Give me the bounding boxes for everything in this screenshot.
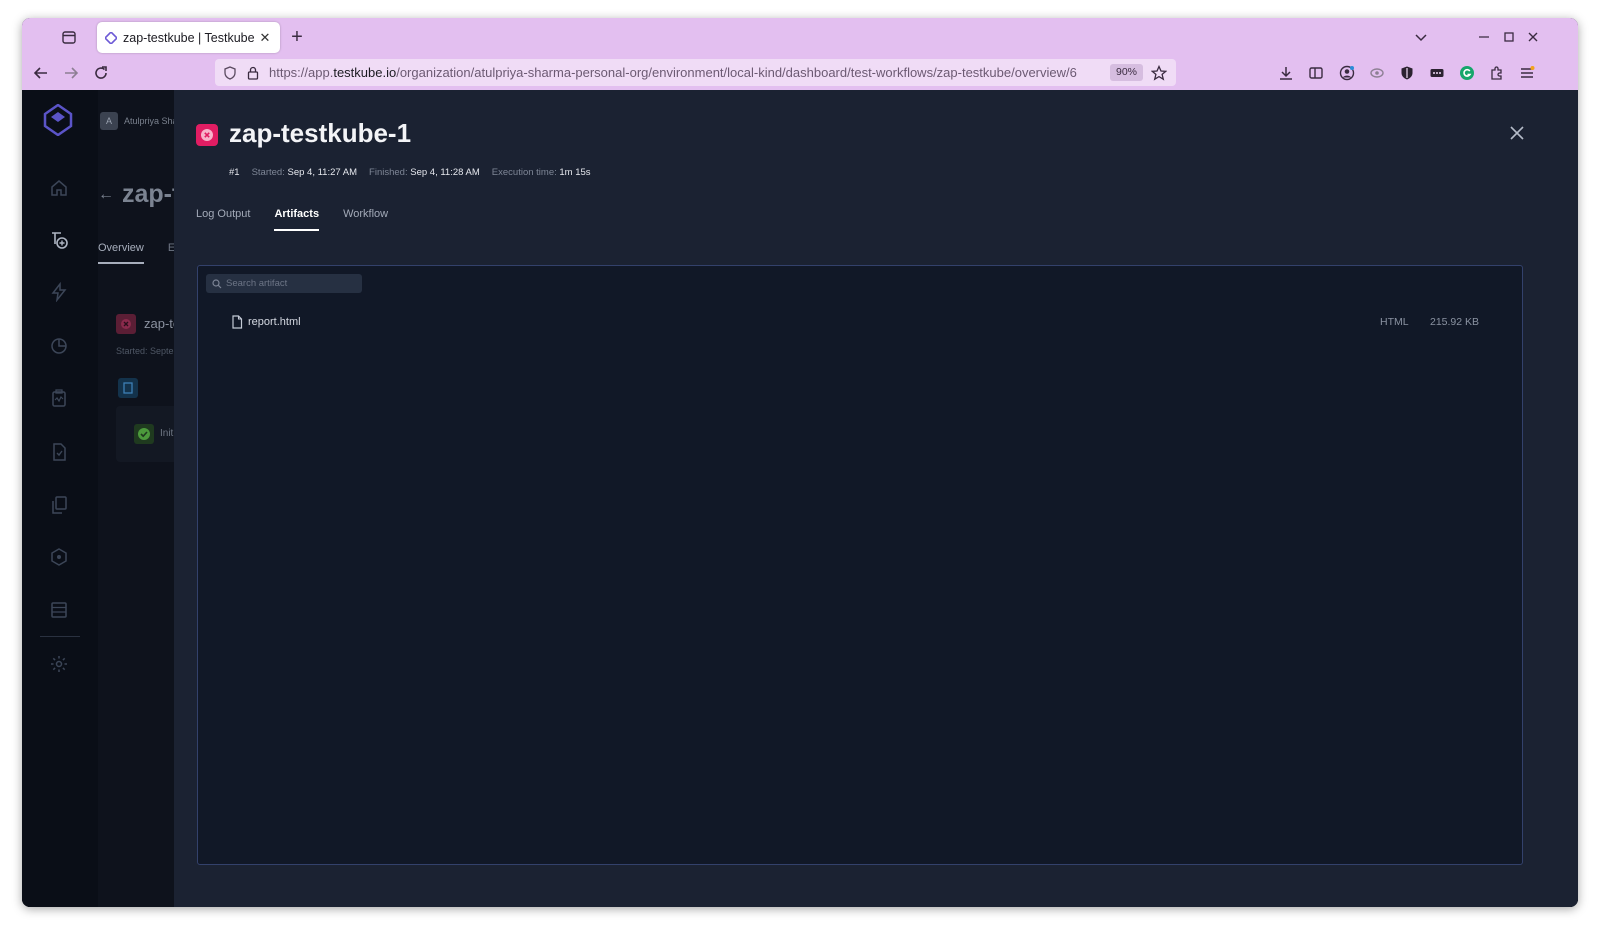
tab-artifacts[interactable]: Artifacts (274, 208, 320, 231)
execution-title: zap-testkube-1 (229, 118, 412, 148)
org-switcher[interactable]: A Atulpriya Sha (100, 112, 178, 130)
new-tab-button[interactable]: + (287, 27, 307, 47)
extension-eye-icon[interactable] (1368, 64, 1386, 82)
address-bar[interactable]: https://app.testkube.io/organization/atu… (215, 59, 1176, 86)
artifact-type: HTML (1380, 316, 1409, 328)
run-number: #1 (229, 167, 240, 178)
close-tab-icon[interactable]: ✕ (258, 30, 272, 45)
zoom-level-badge[interactable]: 90% (1110, 64, 1144, 81)
grammarly-icon[interactable] (1458, 64, 1476, 82)
background-title: ← zap-t (98, 180, 180, 209)
started-label: Started: (251, 167, 285, 178)
tab-log-output[interactable]: Log Output (196, 208, 250, 231)
execution-card: zap-te Started: Septe (116, 314, 180, 356)
execution-started: Started: Septe (116, 346, 174, 356)
artifact-size: 215.92 KB (1430, 316, 1480, 328)
execution-time-label: Execution time: (491, 167, 557, 178)
search-icon (212, 278, 222, 288)
browser-tab-title: zap-testkube | Testkube (123, 30, 255, 45)
browser-tab-bar: zap-testkube | Testkube ✕ + (22, 18, 1578, 56)
test-suites-document-icon[interactable] (49, 442, 69, 462)
artifact-name[interactable]: report.html (248, 316, 301, 328)
execution-meta: #1 Started: Sep 4, 11:27 AM Finished: Se… (229, 167, 591, 178)
failed-status-icon (196, 124, 218, 146)
minimize-window-icon[interactable] (1475, 28, 1493, 46)
testkube-favicon-icon (105, 31, 117, 44)
reload-icon[interactable] (92, 64, 110, 82)
lock-icon[interactable] (247, 66, 259, 80)
org-name: Atulpriya Sha (124, 116, 178, 126)
tab-workflow[interactable]: Workflow (343, 208, 388, 231)
search-input[interactable] (226, 278, 356, 289)
workflow-title: zap-t (122, 180, 181, 208)
tab-overview-icon[interactable] (60, 28, 78, 46)
url-scheme: https://app. (269, 65, 334, 80)
list-all-tabs-icon[interactable] (1412, 28, 1430, 46)
app-menu-icon[interactable] (1518, 64, 1536, 82)
tracking-protection-shield-icon[interactable] (223, 65, 237, 80)
background-tabs: Overview Ex (98, 242, 181, 264)
test-workflows-icon[interactable] (49, 230, 69, 250)
account-icon[interactable] (1338, 64, 1356, 82)
back-icon[interactable] (32, 64, 50, 82)
finished-value: Sep 4, 11:28 AM (410, 167, 480, 178)
org-avatar: A (100, 112, 118, 130)
executions-clipboard-icon[interactable] (49, 388, 69, 408)
browser-nav-bar: https://app.testkube.io/organization/atu… (22, 56, 1578, 90)
url-host: testkube.io (333, 65, 397, 80)
failed-status-icon (116, 314, 136, 334)
sidebar-toggle-icon[interactable] (1307, 64, 1325, 82)
execution-time-value: 1m 15s (559, 167, 591, 178)
back-arrow-icon[interactable]: ← (98, 186, 114, 204)
close-icon[interactable] (1508, 124, 1526, 142)
drawer-tabs: Log Output Artifacts Workflow (196, 208, 388, 231)
url-path: /organization/atulpriya-sharma-personal-… (396, 65, 1077, 80)
started-value: Sep 4, 11:27 AM (287, 167, 358, 178)
extensions-puzzle-icon[interactable] (1488, 64, 1506, 82)
tab-overview[interactable]: Overview (98, 242, 144, 264)
testkube-logo-icon[interactable] (43, 104, 73, 136)
passed-status-icon (134, 424, 154, 444)
artifact-search[interactable] (206, 274, 362, 293)
bookmark-star-icon[interactable] (1151, 64, 1168, 81)
triggers-lightning-icon[interactable] (49, 282, 69, 302)
close-window-icon[interactable] (1524, 28, 1542, 46)
step-label: Init (160, 428, 174, 439)
home-icon[interactable] (49, 178, 69, 198)
settings-gear-icon[interactable] (49, 654, 69, 674)
security-shield-icon[interactable] (49, 547, 69, 567)
file-icon (232, 315, 243, 329)
testkube-app: A Atulpriya Sha ← zap-t Overview Ex zap-… (22, 90, 1578, 907)
downloads-icon[interactable] (1277, 64, 1295, 82)
artifact-row[interactable]: report.html HTML 215.92 KB (198, 310, 1522, 334)
url-text[interactable]: https://app.testkube.io/organization/atu… (269, 65, 1104, 80)
finished-label: Finished: (369, 167, 408, 178)
execution-drawer: zap-testkube-1 #1 Started: Sep 4, 11:27 … (174, 90, 1578, 907)
analytics-pie-icon[interactable] (49, 336, 69, 356)
extension-shield-icon[interactable] (1398, 64, 1416, 82)
artifacts-panel: report.html HTML 215.92 KB (197, 265, 1523, 865)
forward-icon[interactable] (62, 64, 80, 82)
document-icon (118, 378, 138, 398)
nav-divider (40, 636, 80, 637)
extension-password-icon[interactable] (1428, 64, 1446, 82)
browser-tab[interactable]: zap-testkube | Testkube ✕ (97, 22, 280, 53)
browser-window: zap-testkube | Testkube ✕ + https://app.… (22, 18, 1578, 907)
maximize-window-icon[interactable] (1500, 28, 1518, 46)
logs-list-icon[interactable] (49, 600, 69, 620)
templates-documents-icon[interactable] (49, 495, 69, 515)
left-navigation (22, 90, 98, 907)
